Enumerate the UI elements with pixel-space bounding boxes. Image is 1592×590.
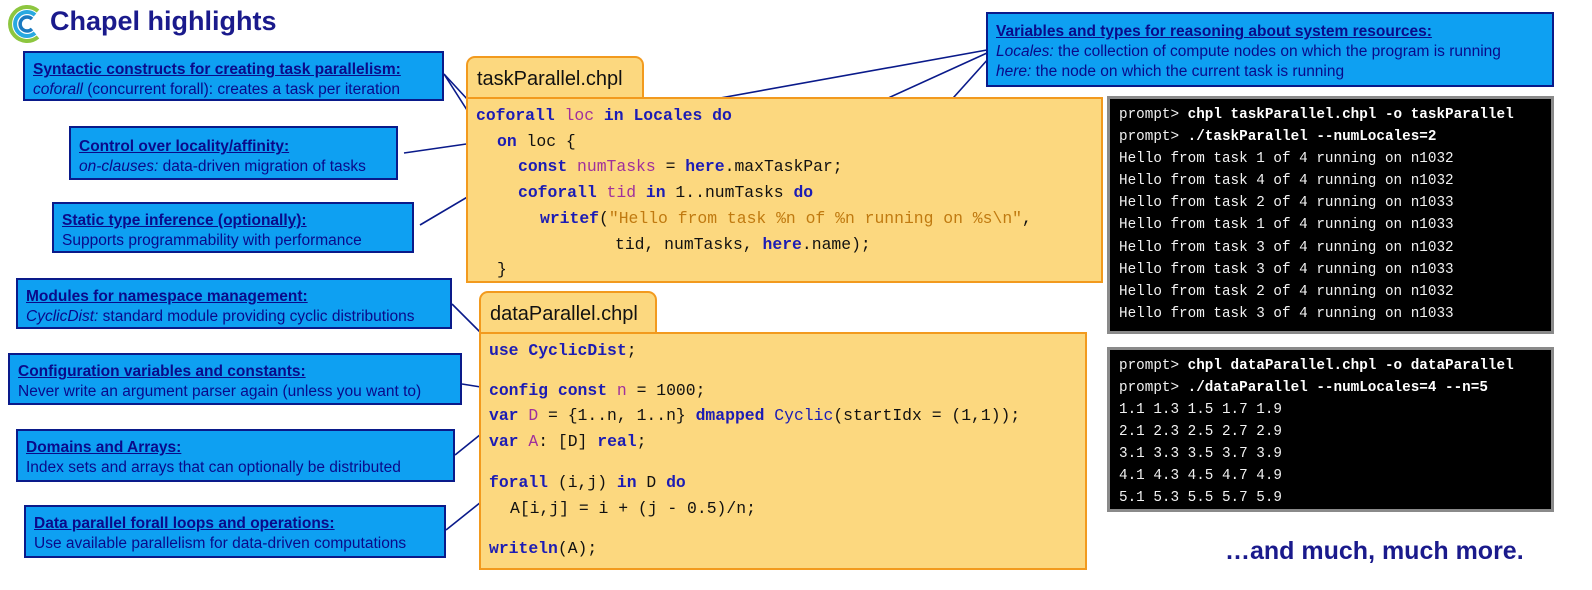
and-much-more-text: …and much, much more. [1225,537,1524,565]
terminal-output-line: Hello from task 3 of 4 running on n1032 [1119,240,1454,256]
terminal-output-line: 2.1 2.3 2.5 2.7 2.9 [1119,424,1283,440]
terminal-data-parallel: prompt> chpl dataParallel.chpl -o dataPa… [1107,347,1554,512]
callout-text: data-driven migration of tasks [158,158,366,175]
callout-em: Locales: [996,43,1054,60]
data-code-line-6: A[i,j] = i + (j - 0.5)/n; [510,499,756,518]
callout-heading: Static type inference (optionally): [62,212,307,229]
callout-em: on-clauses: [79,158,159,175]
task-file-tab: taskParallel.chpl [466,56,644,100]
terminal-output-line: Hello from task 1 of 4 running on n1033 [1119,217,1454,233]
callout-heading: Syntactic constructs for creating task p… [33,61,401,78]
callout-em: here: [996,63,1032,80]
callout-task-parallelism: Syntactic constructs for creating task p… [23,51,444,101]
data-code-line-4: var A: [D] real; [489,432,647,451]
data-code-line-7: writeln(A); [489,539,598,558]
terminal-output-line: Hello from task 4 of 4 running on n1032 [1119,173,1454,189]
task-code-line-6: tid, numTasks, here.name); [615,235,871,254]
callout-heading: Data parallel forall loops and operation… [34,515,335,532]
callout-text: standard module providing cyclic distrib… [98,308,415,325]
terminal-task-parallel: prompt> chpl taskParallel.chpl -o taskPa… [1107,96,1554,334]
callout-forall: Data parallel forall loops and operation… [24,505,446,558]
callout-type-inference: Static type inference (optionally): Supp… [52,202,414,253]
terminal-output-line: 4.1 4.3 4.5 4.7 4.9 [1119,468,1283,484]
data-code-line-1: use CyclicDist; [489,341,637,360]
page-title: Chapel highlights [50,6,277,36]
data-code-line-3: var D = {1..n, 1..n} dmapped Cyclic(star… [489,406,1021,425]
task-code-line-2: on loc { [497,132,576,151]
callout-text: the collection of compute nodes on which… [1053,43,1501,60]
callout-heading: Variables and types for reasoning about … [996,23,1432,40]
task-code-line-4: coforall tid in 1..numTasks do [518,183,814,202]
callout-text: the node on which the current task is ru… [1031,63,1345,80]
terminal-output-line: Hello from task 3 of 4 running on n1033 [1119,306,1454,322]
data-code-line-5: forall (i,j) in D do [489,473,686,492]
terminal-output-line: Hello from task 2 of 4 running on n1032 [1119,284,1454,300]
terminal-output-line: 5.1 5.3 5.5 5.7 5.9 [1119,490,1283,506]
terminal-command-line: prompt> ./taskParallel --numLocales=2 [1119,129,1437,145]
callout-text: Supports programmability with performanc… [62,232,362,249]
callout-heading: Configuration variables and constants: [18,363,306,380]
terminal-command-line: prompt> chpl dataParallel.chpl -o dataPa… [1119,358,1514,374]
callout-heading: Domains and Arrays: [26,439,182,456]
data-code-line-2: config const n = 1000; [489,381,706,400]
data-file-tab: dataParallel.chpl [479,291,657,335]
terminal-output-line: Hello from task 2 of 4 running on n1033 [1119,195,1454,211]
callout-text: Never write an argument parser again (un… [18,383,422,400]
terminal-output-line: Hello from task 3 of 4 running on n1033 [1119,262,1454,278]
callout-em: coforall [33,81,83,98]
callout-heading: Modules for namespace management: [26,288,308,305]
callout-em: CyclicDist: [26,308,99,325]
task-code-line-1: coforall loc in Locales do [476,106,732,125]
callout-text: Index sets and arrays that can optionall… [26,459,401,476]
task-code-line-7: } [497,260,507,279]
callout-locality: Control over locality/affinity: on-claus… [69,126,398,180]
terminal-output-line: 1.1 1.3 1.5 1.7 1.9 [1119,402,1283,418]
chapel-logo [8,5,40,43]
callout-text: Use available parallelism for data-drive… [34,535,407,552]
callout-modules: Modules for namespace management: Cyclic… [16,278,452,329]
callout-variables-types: Variables and types for reasoning about … [986,12,1554,87]
callout-domains: Domains and Arrays: Index sets and array… [16,429,455,482]
terminal-output-line: Hello from task 1 of 4 running on n1032 [1119,151,1454,167]
terminal-command-line: prompt> chpl taskParallel.chpl -o taskPa… [1119,107,1514,123]
terminal-output-line: 3.1 3.3 3.5 3.7 3.9 [1119,446,1283,462]
task-code-line-3: const numTasks = here.maxTaskPar; [518,157,843,176]
callout-heading: Control over locality/affinity: [79,138,290,155]
data-code-box [479,332,1087,570]
callout-config: Configuration variables and constants: N… [8,353,462,405]
terminal-command-line: prompt> ./dataParallel --numLocales=4 --… [1119,380,1488,396]
task-code-line-5: writef("Hello from task %n of %n running… [540,209,1032,228]
callout-text: (concurrent forall): creates a task per … [82,81,400,98]
